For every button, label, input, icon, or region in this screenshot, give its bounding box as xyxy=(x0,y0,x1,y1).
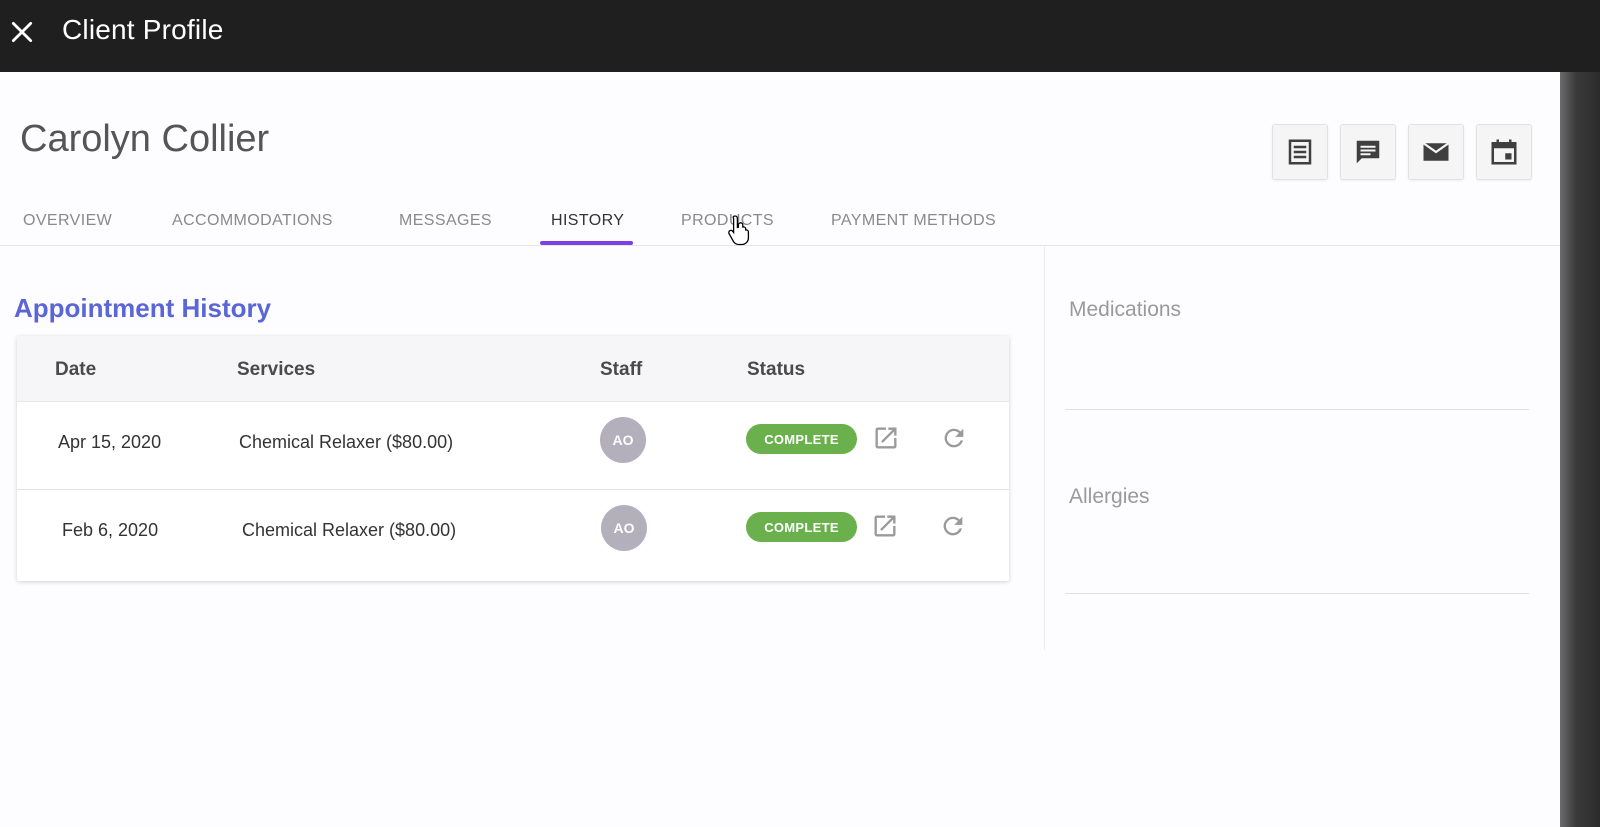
appointment-history-title: Appointment History xyxy=(14,293,272,323)
rebook-appointment-button[interactable] xyxy=(938,422,970,454)
tab-history[interactable]: HISTORY xyxy=(551,212,624,230)
staff-avatar[interactable]: AO xyxy=(600,417,646,463)
screen-edge xyxy=(1560,0,1600,827)
hand-cursor-icon xyxy=(728,215,750,246)
calendar-button[interactable] xyxy=(1476,124,1532,180)
close-button[interactable] xyxy=(6,16,38,48)
client-profile-screen: Carolyn Collier OVERVIEW ACCOMMODATIONS … xyxy=(0,0,1560,827)
page-title: Client Profile xyxy=(62,14,224,45)
tab-messages[interactable]: MESSAGES xyxy=(399,212,492,230)
table-header: Date Services Staff Status xyxy=(17,336,1009,402)
notes-icon xyxy=(1288,139,1312,165)
active-tab-indicator xyxy=(540,241,633,245)
chat-icon xyxy=(1356,140,1380,164)
medications-label: Medications xyxy=(1069,298,1182,321)
open-in-new-icon xyxy=(874,515,896,537)
email-icon xyxy=(1422,142,1450,161)
column-header-services[interactable]: Services xyxy=(237,359,315,381)
column-header-staff[interactable]: Staff xyxy=(600,359,642,381)
rebook-appointment-button[interactable] xyxy=(937,510,969,542)
appointment-date: Feb 6, 2020 xyxy=(62,520,159,540)
message-button[interactable] xyxy=(1340,124,1396,180)
refresh-icon xyxy=(944,428,964,448)
close-icon xyxy=(11,21,33,43)
status-badge: COMPLETE xyxy=(746,424,857,454)
appointment-date: Apr 15, 2020 xyxy=(58,432,162,452)
table-row[interactable]: Feb 6, 2020 Chemical Relaxer ($80.00) AO… xyxy=(17,490,1009,578)
profile-tabs: OVERVIEW ACCOMMODATIONS MESSAGES HISTORY… xyxy=(0,200,1560,246)
client-name: Carolyn Collier xyxy=(20,118,270,160)
medications-divider xyxy=(1065,409,1529,410)
open-appointment-button[interactable] xyxy=(870,422,902,454)
tab-payment-methods[interactable]: PAYMENT METHODS xyxy=(831,212,996,230)
allergies-label: Allergies xyxy=(1069,485,1150,508)
email-button[interactable] xyxy=(1408,124,1464,180)
staff-avatar[interactable]: AO xyxy=(601,505,647,551)
column-header-date[interactable]: Date xyxy=(55,359,96,381)
appointment-service: Chemical Relaxer ($80.00) xyxy=(239,432,454,452)
refresh-icon xyxy=(943,516,963,536)
health-info-panel: Medications Allergies xyxy=(1044,246,1544,650)
calendar-icon xyxy=(1491,139,1517,165)
top-app-bar: Client Profile xyxy=(0,0,1600,72)
appointment-history-table: Date Services Staff Status Apr 15, 2020 … xyxy=(17,336,1009,581)
open-appointment-button[interactable] xyxy=(869,510,901,542)
tab-overview[interactable]: OVERVIEW xyxy=(23,212,112,230)
table-row[interactable]: Apr 15, 2020 Chemical Relaxer ($80.00) A… xyxy=(17,402,1009,490)
appointment-service: Chemical Relaxer ($80.00) xyxy=(242,520,457,540)
action-toolbar xyxy=(1272,124,1532,180)
tab-accommodations[interactable]: ACCOMMODATIONS xyxy=(172,212,333,230)
allergies-divider xyxy=(1065,593,1529,594)
notes-button[interactable] xyxy=(1272,124,1328,180)
open-in-new-icon xyxy=(875,427,897,449)
status-badge: COMPLETE xyxy=(746,512,857,542)
column-header-status[interactable]: Status xyxy=(747,359,805,381)
